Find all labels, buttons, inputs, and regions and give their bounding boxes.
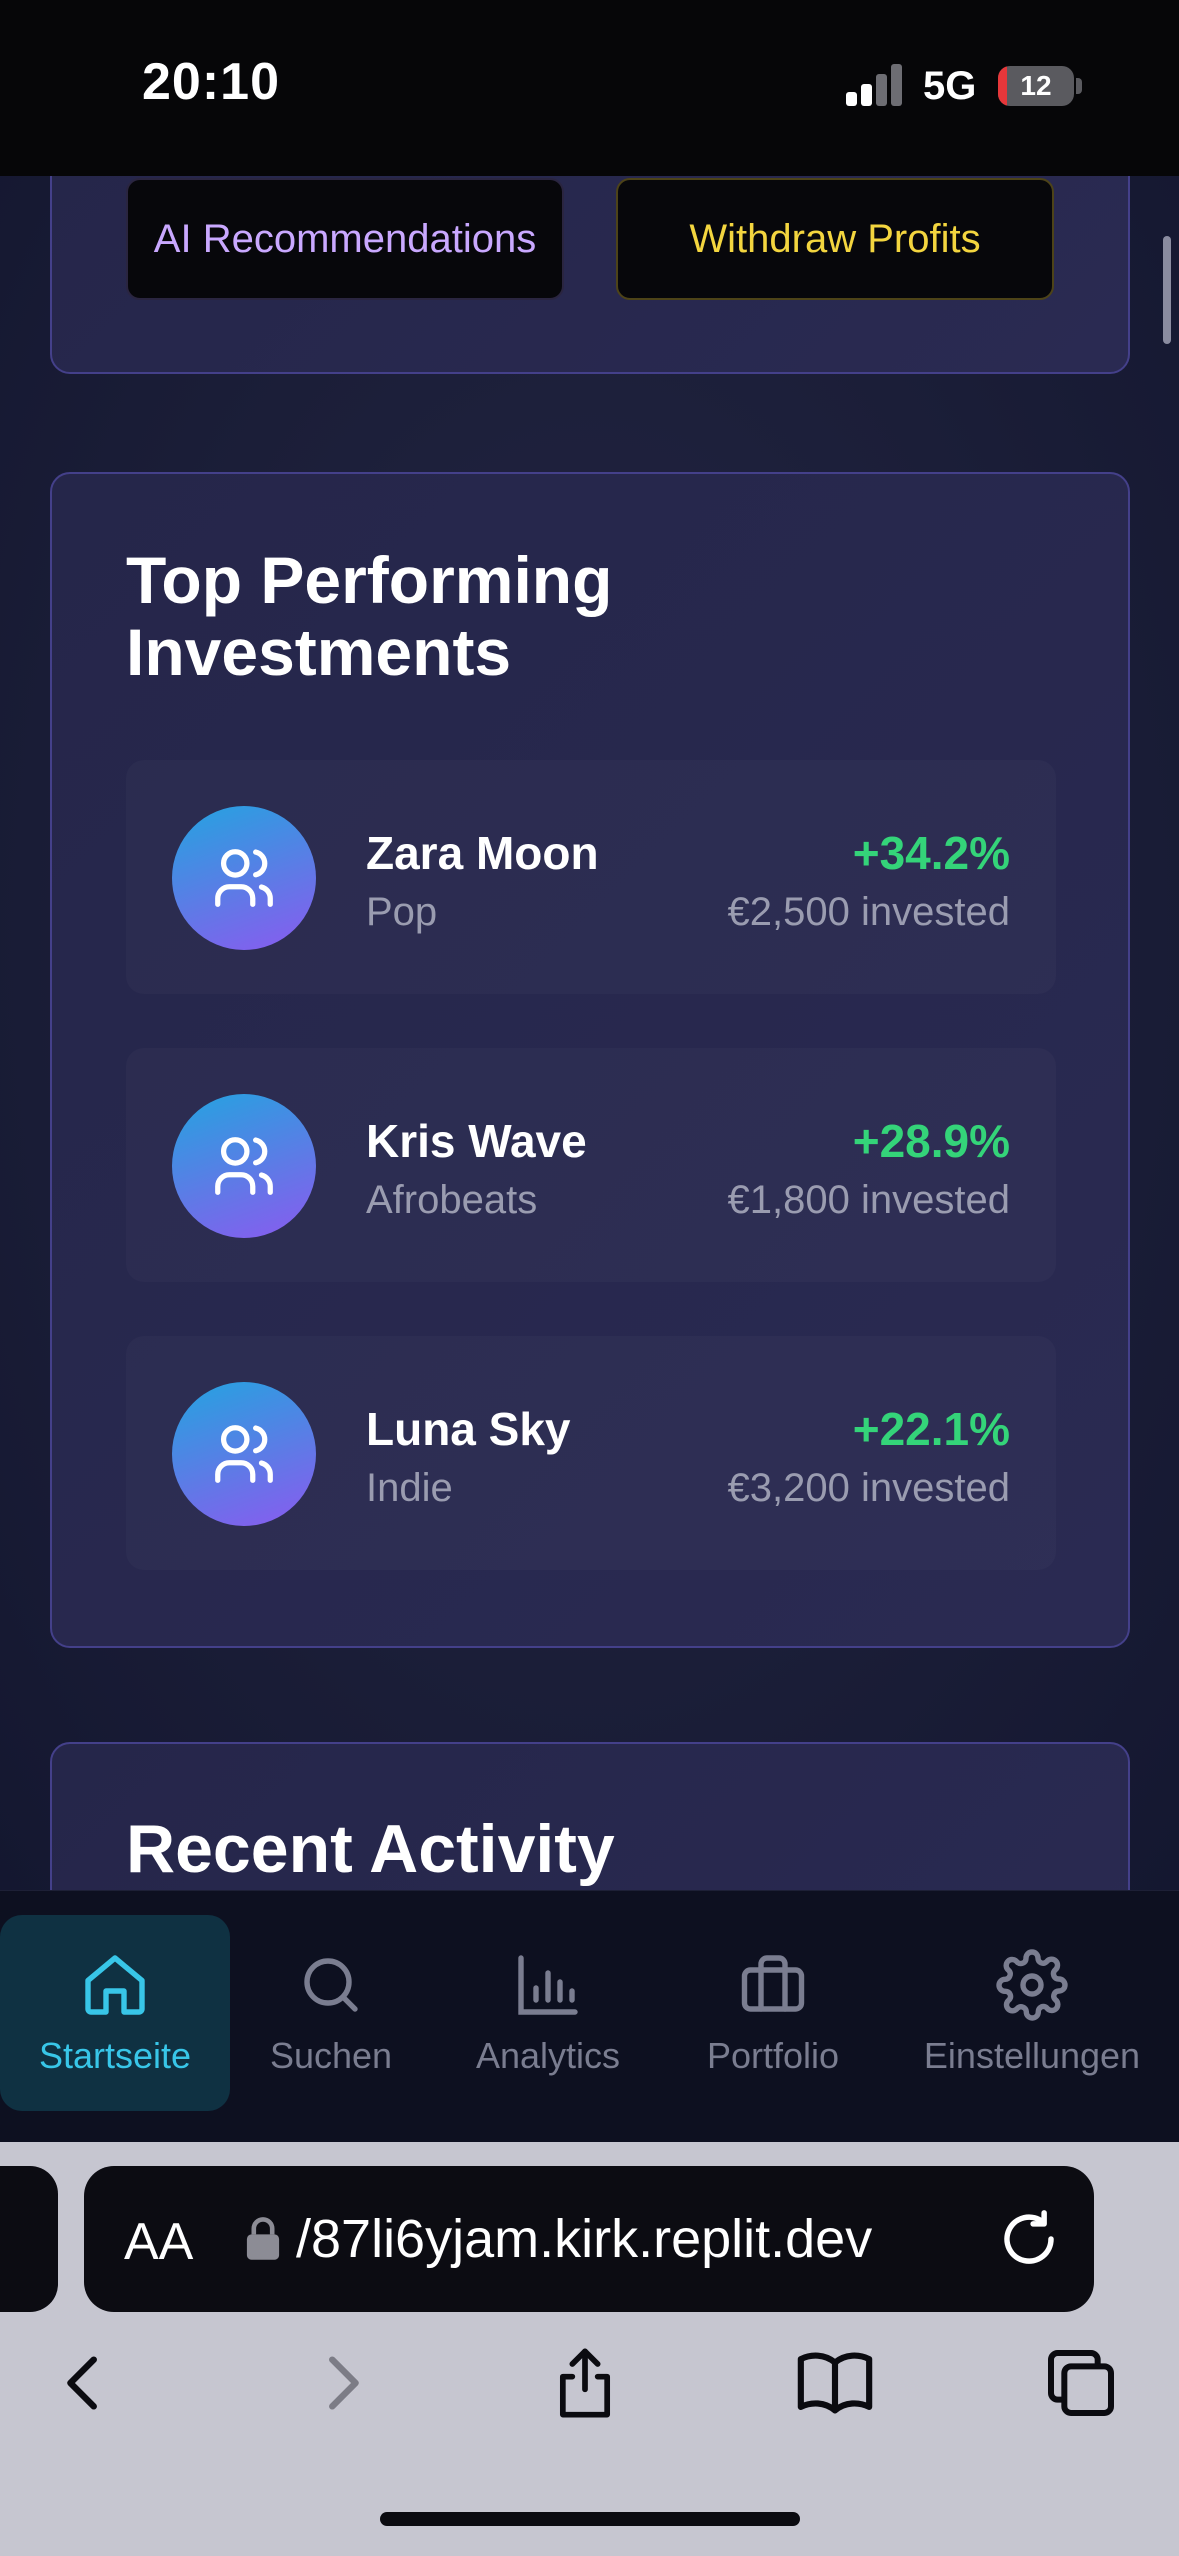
previous-tab[interactable]	[0, 2166, 58, 2312]
nav-item-portfolio[interactable]: Portfolio	[678, 1915, 868, 2111]
network-label: 5G	[923, 64, 977, 108]
investment-amount: €3,200 invested	[727, 1466, 1010, 1510]
main-content[interactable]: AI Recommendations Withdraw Profits Top …	[0, 176, 1179, 1890]
nav-label: Startseite	[38, 2035, 192, 2076]
top-investments-card: Top Performing Investments Zara Moon Pop…	[50, 472, 1130, 1648]
back-button[interactable]	[40, 2338, 130, 2428]
investment-item[interactable]: Luna Sky Indie +22.1% €3,200 invested	[126, 1336, 1056, 1570]
reader-settings-button[interactable]: AA	[124, 2212, 193, 2272]
artist-genre: Indie	[366, 1466, 453, 1510]
section-title: Recent Activity	[126, 1811, 615, 1887]
artist-avatar	[172, 1382, 316, 1526]
investment-change: +34.2%	[852, 827, 1010, 879]
artist-genre: Afrobeats	[366, 1178, 538, 1222]
url-text: /87li6yjam.kirk.replit.dev	[296, 2209, 873, 2269]
users-icon	[215, 1425, 273, 1483]
nav-label: Analytics	[475, 2035, 621, 2076]
artist-name: Luna Sky	[366, 1403, 571, 1455]
forward-button[interactable]	[296, 2338, 386, 2428]
scrollbar[interactable]	[1163, 236, 1171, 344]
recent-activity-card: Recent Activity	[50, 1742, 1130, 1890]
bookmarks-button[interactable]	[790, 2338, 880, 2428]
investment-amount: €1,800 invested	[727, 1178, 1010, 1222]
status-time: 20:10	[142, 53, 280, 111]
home-indicator	[380, 2512, 800, 2526]
browser-toolbar: AA /87li6yjam.kirk.replit.dev	[0, 2142, 1179, 2556]
investment-item[interactable]: Kris Wave Afrobeats +28.9% €1,800 invest…	[126, 1048, 1056, 1282]
book-icon	[797, 2352, 873, 2414]
users-icon	[215, 849, 273, 907]
ai-recommendations-button[interactable]: AI Recommendations	[126, 178, 564, 300]
users-icon	[215, 1137, 273, 1195]
tabs-button[interactable]	[1036, 2338, 1126, 2428]
artist-name: Zara Moon	[366, 827, 599, 879]
address-bar[interactable]: AA /87li6yjam.kirk.replit.dev	[84, 2166, 1094, 2312]
nav-label: Suchen	[269, 2035, 393, 2076]
share-button[interactable]	[540, 2338, 630, 2428]
reload-icon[interactable]	[996, 2206, 1062, 2272]
nav-item-startseite[interactable]: Startseite	[0, 1915, 230, 2111]
investment-change: +22.1%	[852, 1403, 1010, 1455]
nav-label: Einstellungen	[923, 2035, 1141, 2076]
gear-icon	[996, 1949, 1068, 2021]
home-icon	[85, 1955, 145, 2015]
bar-chart-icon	[518, 1955, 578, 2015]
artist-avatar	[172, 806, 316, 950]
investment-amount: €2,500 invested	[727, 890, 1010, 934]
nav-item-analytics[interactable]: Analytics	[450, 1915, 646, 2111]
bottom-nav: Startseite Suchen Analytics Portfolio Ei…	[0, 1890, 1179, 2142]
quick-actions-card: AI Recommendations Withdraw Profits	[50, 176, 1130, 374]
investment-change: +28.9%	[852, 1115, 1010, 1167]
withdraw-profits-button[interactable]: Withdraw Profits	[616, 178, 1054, 300]
status-bar: 20:10 5G 12	[0, 0, 1179, 176]
artist-genre: Pop	[366, 890, 438, 934]
lock-icon	[246, 2217, 280, 2260]
nav-item-einstellungen[interactable]: Einstellungen	[900, 1915, 1164, 2111]
investment-item[interactable]: Zara Moon Pop +34.2% €2,500 invested	[126, 760, 1056, 994]
signal-icon	[846, 62, 902, 106]
artist-avatar	[172, 1094, 316, 1238]
nav-item-suchen[interactable]: Suchen	[236, 1915, 426, 2111]
section-title: Top Performing Investments	[126, 543, 613, 689]
tabs-icon	[1048, 2350, 1114, 2416]
search-icon	[304, 1958, 358, 2012]
app-screen: 20:10 5G 12 AI Recommendations Withdraw …	[0, 0, 1179, 2556]
artist-name: Kris Wave	[366, 1115, 587, 1167]
battery-icon: 12	[998, 66, 1074, 106]
chevron-left-icon	[67, 2356, 97, 2410]
share-icon	[559, 2348, 611, 2418]
battery-cap	[1076, 78, 1082, 94]
nav-label: Portfolio	[706, 2035, 840, 2076]
chevron-right-icon	[329, 2356, 359, 2410]
battery-level: 12	[1020, 70, 1052, 101]
briefcase-icon	[741, 1955, 805, 2012]
